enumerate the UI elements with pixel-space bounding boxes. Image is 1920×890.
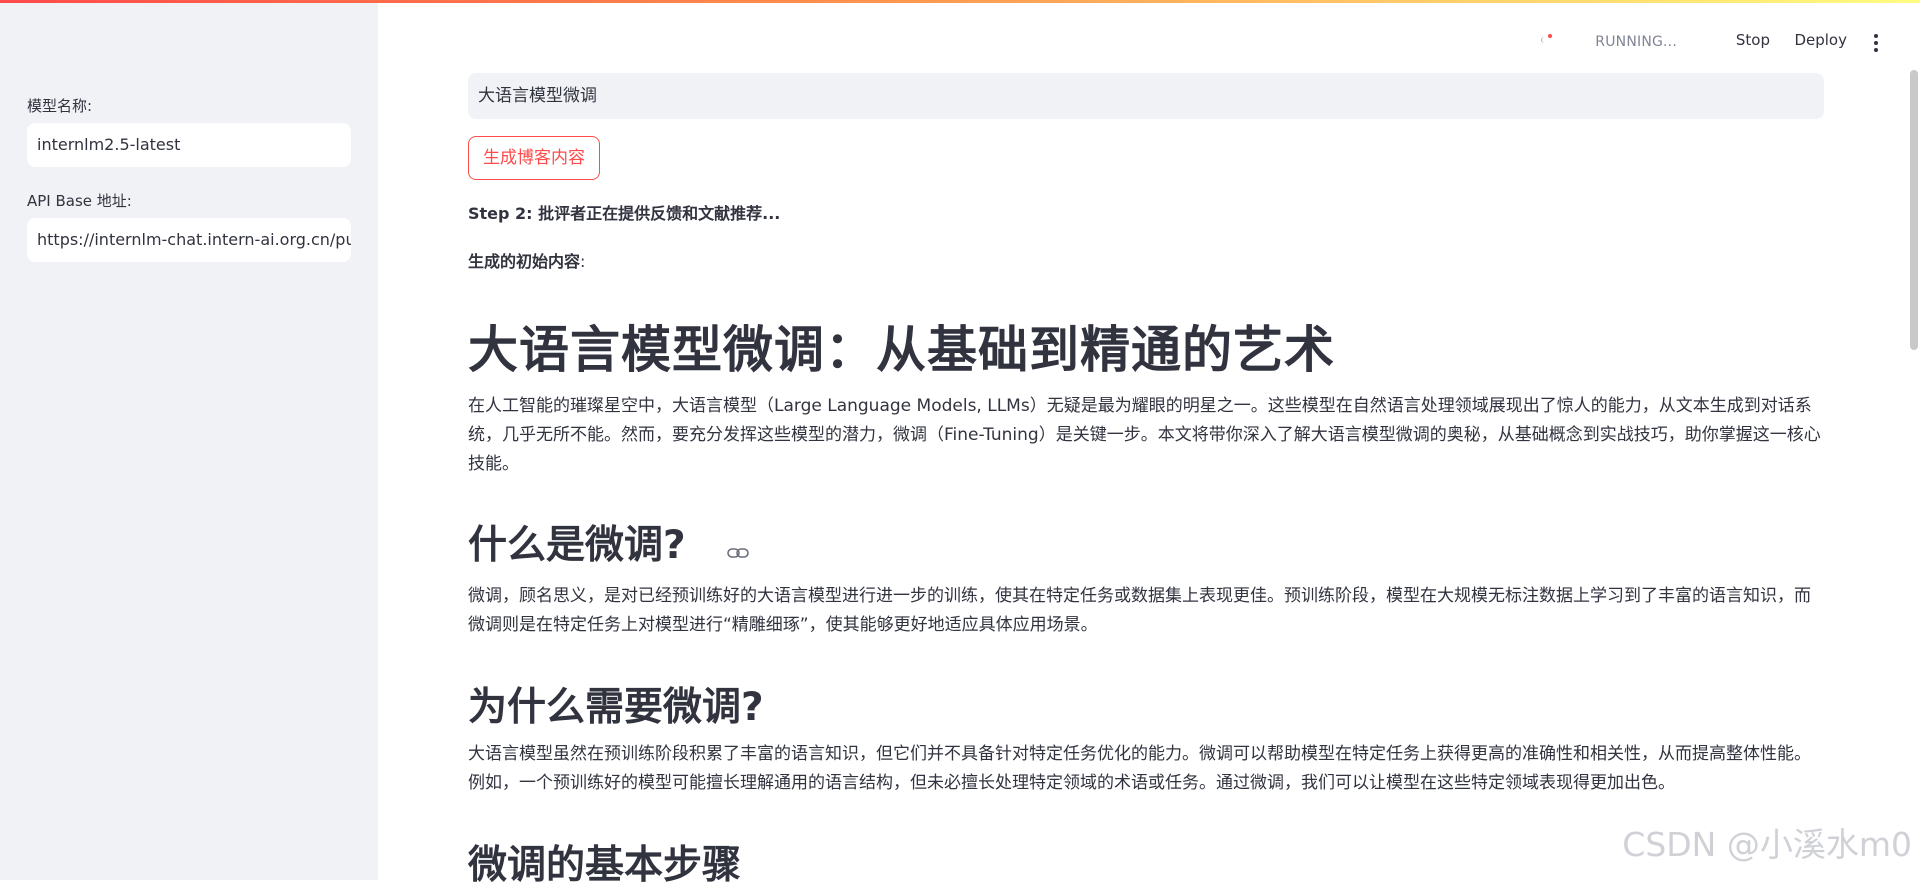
section-text-what-is: 微调，顾名思义，是对已经预训练好的大语言模型进行进一步的训练，使其在特定任务或数… bbox=[468, 582, 1824, 640]
api-base-label: API Base 地址: bbox=[27, 190, 132, 211]
initial-content-label-text: 生成的初始内容 bbox=[468, 252, 580, 271]
main-content: 大语言模型微调 生成博客内容 Step 2: 批评者正在提供反馈和文献推荐...… bbox=[468, 0, 1824, 880]
article-intro: 在人工智能的璀璨星空中，大语言模型（Large Language Models,… bbox=[468, 392, 1824, 479]
section-heading-text: 什么是微调? bbox=[468, 523, 686, 568]
api-base-input[interactable]: https://internlm-chat.intern-ai.org.cn/p… bbox=[27, 218, 351, 262]
scrollbar[interactable] bbox=[1910, 70, 1918, 350]
section-heading-what-is: 什么是微调? bbox=[468, 514, 749, 570]
model-name-label: 模型名称: bbox=[27, 95, 92, 116]
initial-content-label: 生成的初始内容: bbox=[468, 248, 585, 272]
watermark: CSDN @小溪水m0 bbox=[1622, 818, 1912, 866]
model-name-input[interactable]: internlm2.5-latest bbox=[27, 123, 351, 167]
generate-blog-button[interactable]: 生成博客内容 bbox=[468, 136, 600, 180]
kebab-menu-icon[interactable] bbox=[1874, 34, 1878, 54]
link-icon[interactable] bbox=[727, 525, 749, 570]
initial-content-colon: : bbox=[580, 252, 585, 271]
topic-input[interactable]: 大语言模型微调 bbox=[468, 73, 1824, 119]
section-heading-why: 为什么需要微调? bbox=[468, 676, 764, 732]
section-text-why: 大语言模型虽然在预训练阶段积累了丰富的语言知识，但它们并不具备针对特定任务优化的… bbox=[468, 740, 1824, 798]
article-title: 大语言模型微调：从基础到精通的艺术 bbox=[468, 310, 1335, 382]
sidebar: 模型名称: internlm2.5-latest API Base 地址: ht… bbox=[0, 3, 378, 880]
section-heading-steps: 微调的基本步骤 bbox=[468, 834, 741, 890]
step-status-text: Step 2: 批评者正在提供反馈和文献推荐... bbox=[468, 200, 780, 224]
